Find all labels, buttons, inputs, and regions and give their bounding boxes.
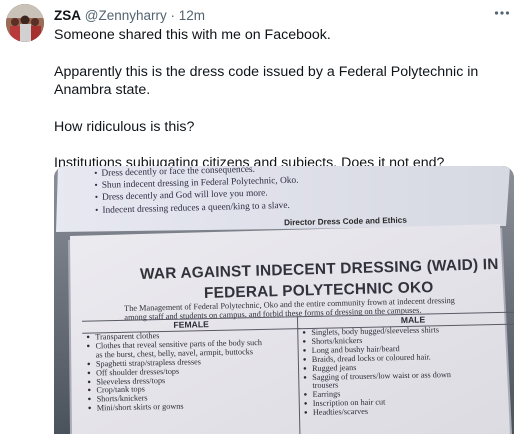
tweet-paragraph: Someone shared this with me on Facebook. <box>54 27 331 43</box>
user-handle[interactable]: @Zennyharry <box>85 8 167 23</box>
tweet-paragraph: Apparently this is the dress code issued… <box>54 63 479 99</box>
tweet-header: ZSA @Zennyharry · 12m <box>54 8 205 23</box>
tweet-paragraph: How ridiculous is this? <box>54 118 195 135</box>
more-dots-icon[interactable] <box>493 6 511 20</box>
male-list: ● Singlets, body hugged/sleeveless shirts… <box>298 324 514 418</box>
tweet-time[interactable]: 12m <box>179 8 205 23</box>
avatar[interactable] <box>6 4 44 42</box>
top-notice: • Dress decently or face the consequences… <box>94 166 299 217</box>
female-list: ● Transparent clothes ● Clothes that revea… <box>82 329 302 414</box>
male-column: MALE ● Singlets, body hugged/sleeveless s… <box>297 311 514 418</box>
tweet[interactable]: ZSA @Zennyharry · 12m Someone shared thi… <box>0 0 523 434</box>
display-name[interactable]: ZSA <box>54 8 81 23</box>
separator-dot: · <box>170 8 176 23</box>
female-column: FEMALE ● Transparent clothes ● Clothes tha… <box>81 316 302 414</box>
attached-photo[interactable]: • Dress decently or face the consequences… <box>54 166 514 434</box>
